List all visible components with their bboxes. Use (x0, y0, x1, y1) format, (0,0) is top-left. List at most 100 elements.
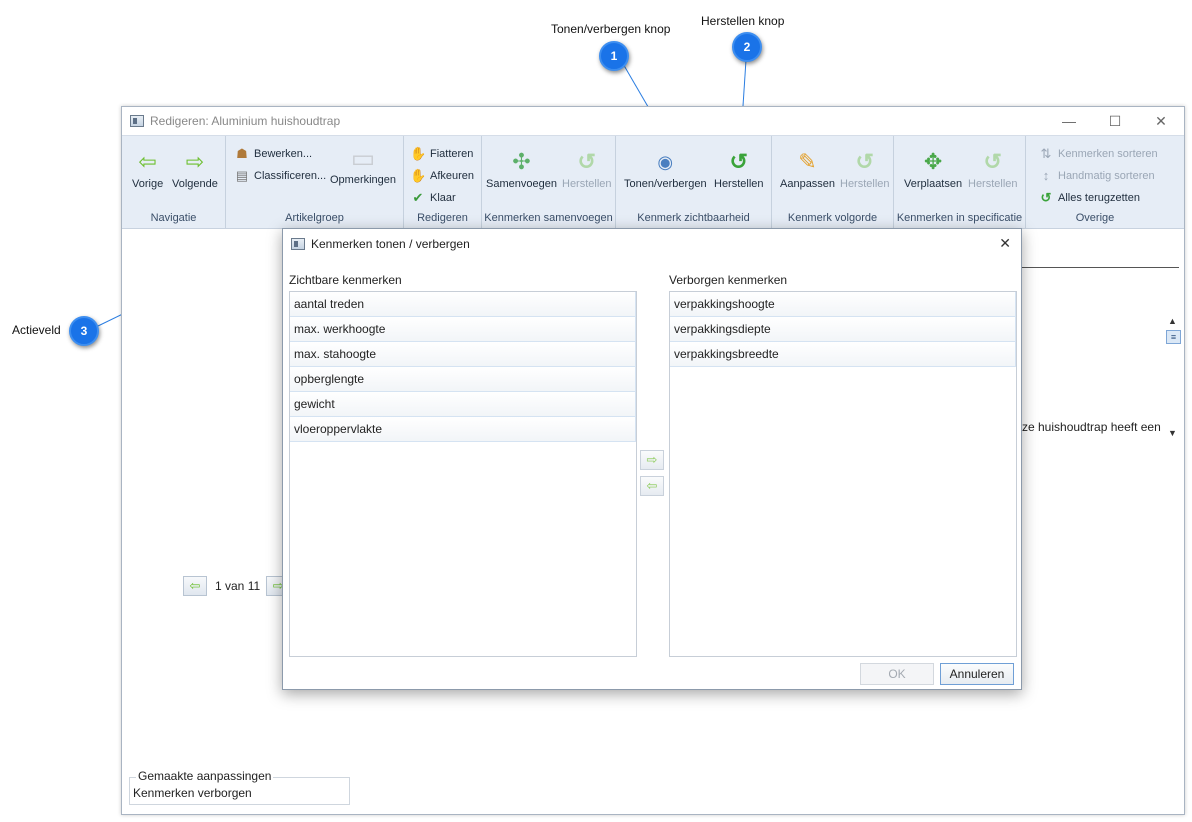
visibility-restore-button[interactable]: ↺ Herstellen (714, 150, 764, 191)
close-button[interactable]: ✕ (1138, 113, 1184, 130)
classify-label: Classificeren... (254, 170, 327, 182)
group-specificatie: ✥ Verplaatsen ↺ Herstellen Kenmerken in … (894, 136, 1026, 228)
spec-restore-label: Herstellen (968, 178, 1018, 190)
approve-label: Fiatteren (430, 148, 474, 160)
show-hide-button[interactable]: ◉ Tonen/verbergen (624, 150, 707, 190)
undo-icon: ↺ (983, 149, 1002, 174)
separator-line (1021, 267, 1179, 268)
move-to-hidden-button[interactable]: ⇨ (640, 450, 664, 470)
callout-3-label: Actieveld (12, 323, 61, 337)
merge-label: Samenvoegen (486, 178, 557, 190)
title-bar: Redigeren: Aluminium huishoudtrap — ☐ ✕ (122, 107, 1184, 135)
next-label: Volgende (172, 178, 218, 190)
az-sort-icon: ↕ (1042, 168, 1050, 183)
group-artikelgroep: ☗ Bewerken... ▤ Classificeren... ▭ Opmer… (226, 136, 404, 228)
scroll-thumb[interactable]: ≡ (1166, 330, 1181, 344)
cancel-button[interactable]: Annuleren (940, 663, 1014, 685)
group-redigeren: ✋ Fiatteren ✋ Afkeuren ✔ Klaar Redigeren (404, 136, 482, 228)
show-hide-label: Tonen/verbergen (624, 178, 707, 190)
list-item[interactable]: vloeroppervlakte (290, 417, 636, 442)
pager-prev-button[interactable]: ⇦ (183, 576, 207, 596)
changes-legend: Gemaakte aanpassingen (136, 769, 274, 783)
order-restore-label: Herstellen (840, 178, 890, 190)
sort-button[interactable]: ⇅ Kenmerken sorteren (1038, 146, 1158, 162)
callout-3-bubble: 3 (69, 316, 99, 346)
callout-2-bubble: 2 (732, 32, 762, 62)
visibility-restore-label: Herstellen (714, 178, 764, 190)
approve-button[interactable]: ✋ Fiatteren (410, 146, 473, 162)
move-button[interactable]: ✥ Verplaatsen (904, 150, 963, 191)
dialog-close-button[interactable]: ✕ (999, 235, 1011, 252)
done-label: Klaar (430, 192, 456, 204)
scroll-up-arrow[interactable]: ▲ (1168, 316, 1177, 326)
hidden-list-label: Verborgen kenmerken (669, 273, 788, 287)
callout-1-bubble: 1 (599, 41, 629, 71)
edit-label: Bewerken... (254, 148, 313, 160)
merge-restore-label: Herstellen (562, 178, 612, 190)
group-label-redigeren: Redigeren (417, 212, 468, 224)
prev-label: Vorige (132, 178, 164, 190)
prev-button[interactable]: ⇦ Vorige (132, 150, 164, 191)
list-item[interactable]: max. werkhoogte (290, 317, 636, 342)
arrow-right-icon: ⇨ (185, 149, 205, 174)
manual-sort-button[interactable]: ↕ Handmatig sorteren (1038, 168, 1155, 183)
list-item[interactable]: aantal treden (290, 292, 636, 317)
dialog-icon (291, 238, 305, 250)
group-navigatie: ⇦ Vorige ⇨ Volgende Navigatie (122, 136, 226, 228)
dialog-title-bar: Kenmerken tonen / verbergen (291, 237, 470, 251)
group-label-samenvoegen: Kenmerken samenvoegen (484, 212, 613, 224)
merge-button[interactable]: ✣ Samenvoegen (486, 149, 557, 191)
group-label-navigatie: Navigatie (150, 212, 197, 224)
list-item[interactable]: gewicht (290, 392, 636, 417)
order-restore-button[interactable]: ↺ Herstellen (840, 149, 890, 191)
spec-restore-button[interactable]: ↺ Herstellen (968, 149, 1018, 191)
reject-button[interactable]: ✋ Afkeuren (410, 168, 474, 184)
reset-all-button[interactable]: ↺ Alles terugzetten (1038, 190, 1140, 206)
callout-2-label: Herstellen knop (701, 14, 785, 28)
adjust-label: Aanpassen (780, 178, 836, 190)
merge-icon: ✣ (512, 149, 531, 174)
eye-icon: ◉ (657, 152, 674, 172)
list-item[interactable]: verpakkingsbreedte (670, 342, 1016, 367)
move-label: Verplaatsen (904, 178, 963, 190)
group-overige: ⇅ Kenmerken sorteren ↕ Handmatig sortere… (1026, 136, 1164, 228)
maximize-button[interactable]: ☐ (1092, 113, 1138, 130)
adjust-button[interactable]: ✎ Aanpassen (780, 150, 836, 191)
group-label-artikelgroep: Artikelgroep (285, 212, 344, 224)
edit-button[interactable]: ☗ Bewerken... (234, 146, 312, 162)
list-item[interactable]: max. stahoogte (290, 342, 636, 367)
dialog-title: Kenmerken tonen / verbergen (311, 237, 470, 251)
hidden-list[interactable]: verpakkingshoogte verpakkingsdiepte verp… (669, 291, 1017, 657)
window-title: Redigeren: Aluminium huishoudtrap (150, 114, 341, 128)
scroll-down-arrow[interactable]: ▼ (1168, 428, 1177, 438)
check-icon: ✔ (412, 190, 424, 205)
description-text: ze huishoudtrap heeft een (1022, 420, 1161, 434)
group-icon: ☗ (236, 146, 248, 161)
group-volgorde: ✎ Aanpassen ↺ Herstellen Kenmerk volgord… (772, 136, 894, 228)
done-button[interactable]: ✔ Klaar (410, 190, 456, 206)
ok-button[interactable]: OK (860, 663, 934, 685)
callout-1-label: Tonen/verbergen knop (551, 22, 671, 36)
next-button[interactable]: ⇨ Volgende (172, 149, 218, 191)
visible-list-label: Zichtbare kenmerken (289, 273, 402, 287)
comments-button[interactable]: ▭ Opmerkingen (330, 143, 396, 186)
group-label-zichtbaarheid: Kenmerk zichtbaarheid (637, 212, 750, 224)
group-zichtbaarheid: ◉ Tonen/verbergen ↺ Herstellen Kenmerk z… (616, 136, 772, 228)
classify-button[interactable]: ▤ Classificeren... (234, 168, 326, 184)
reject-label: Afkeuren (430, 170, 475, 182)
speech-bubble-icon: ▭ (350, 143, 376, 173)
list-item[interactable]: opberglengte (290, 367, 636, 392)
move-to-visible-button[interactable]: ⇦ (640, 476, 664, 496)
minimize-button[interactable]: — (1046, 113, 1092, 129)
document-icon: ▤ (235, 168, 249, 183)
list-item[interactable]: verpakkingsdiepte (670, 317, 1016, 342)
pager: ⇦ 1 van 11 ⇨ (183, 576, 291, 596)
visible-list[interactable]: aantal treden max. werkhoogte max. staho… (289, 291, 637, 657)
group-label-specificatie: Kenmerken in specificatie (896, 212, 1023, 224)
reset-all-label: Alles terugzetten (1058, 192, 1140, 204)
ribbon: ⇦ Vorige ⇨ Volgende Navigatie ☗ Bewerken… (122, 135, 1184, 229)
merge-restore-button[interactable]: ↺ Herstellen (562, 150, 612, 191)
undo-icon: ↺ (855, 149, 874, 174)
list-item[interactable]: verpakkingshoogte (670, 292, 1016, 317)
manual-sort-label: Handmatig sorteren (1058, 169, 1155, 182)
